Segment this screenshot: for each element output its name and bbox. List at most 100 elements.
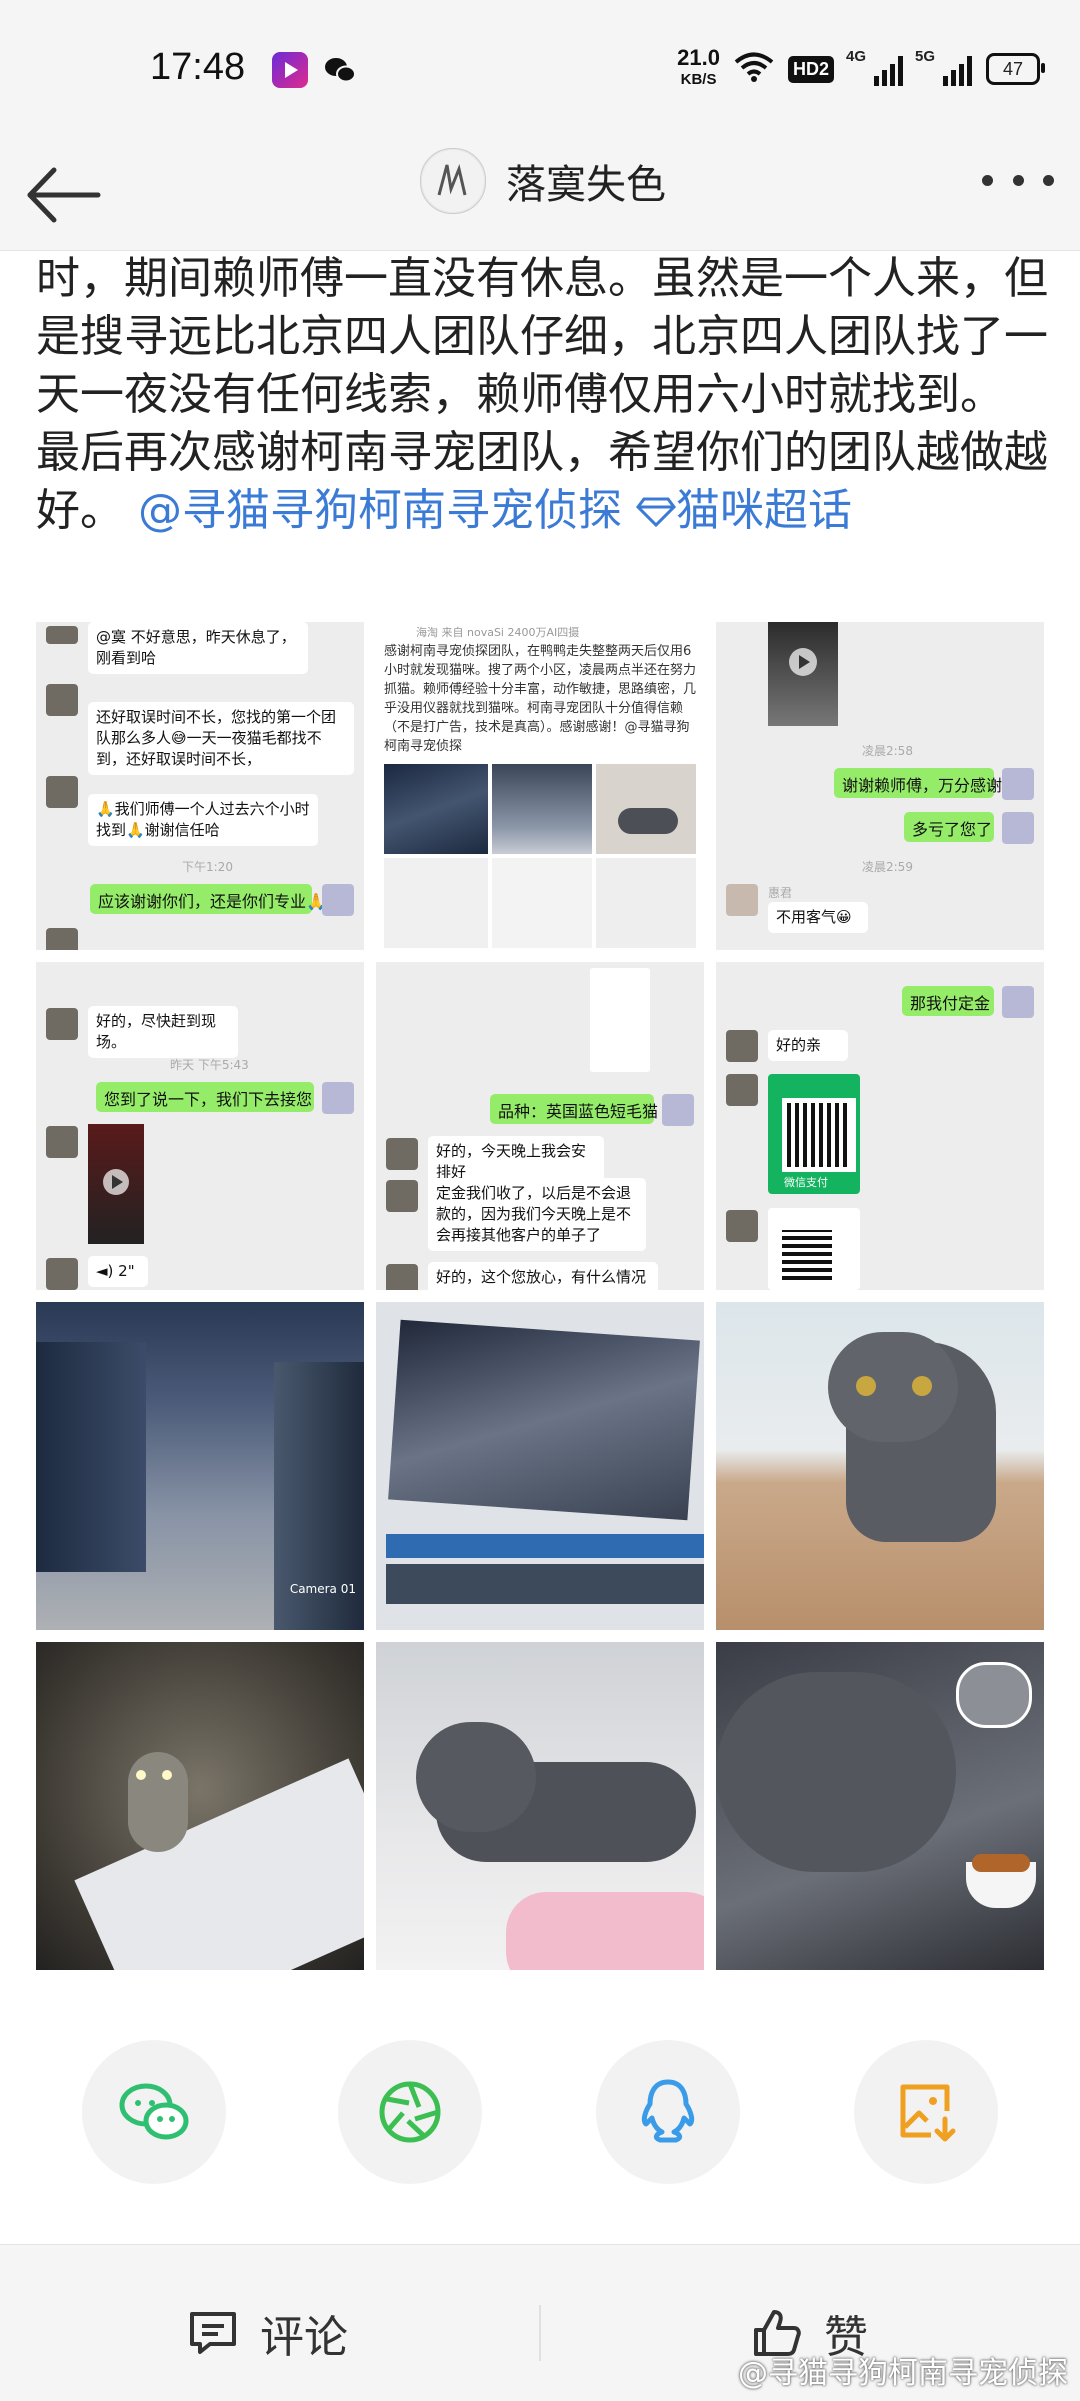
signal-4g-label: 4G xyxy=(846,48,867,65)
chat-avatar xyxy=(46,776,78,808)
image-post-card[interactable]: 海淘 来自 novaSi 2400万AI四摄 感谢柯南寻宠侦探团队，在鸭鸭走失整… xyxy=(376,622,704,950)
photo-cat-stickers[interactable] xyxy=(716,1642,1044,1970)
play-icon xyxy=(103,1169,129,1195)
screenshot-thumb xyxy=(384,858,488,948)
chat-bubble: 🙏我们师傅一个人过去六个小时找到🙏谢谢信任哈 xyxy=(88,794,318,846)
cat-eye xyxy=(162,1770,172,1780)
save-image-icon xyxy=(900,2084,956,2142)
save-image-button[interactable] xyxy=(854,2040,998,2184)
image-grid: @寞 不好意思，昨天休息了，刚看到哈 还好取误时间不长，您找的第一个团队那么多人… xyxy=(36,622,1044,1974)
cctv-thumb xyxy=(384,764,488,854)
chat-avatar xyxy=(386,1264,418,1290)
qr-code xyxy=(782,1098,856,1172)
dot xyxy=(982,174,993,186)
chat-time: 凌晨2:59 xyxy=(862,860,913,874)
chat-avatar xyxy=(46,1126,78,1158)
pink-blanket xyxy=(506,1892,704,1970)
signal-5g-label: 5G xyxy=(915,48,936,65)
more-options-button[interactable] xyxy=(982,170,1054,190)
chat-avatar xyxy=(46,928,78,950)
voice-duration: 2" xyxy=(118,1262,135,1280)
screenshot-thumb xyxy=(590,968,650,1072)
arrow-left-icon xyxy=(27,167,101,223)
share-wechat-button[interactable] xyxy=(82,2040,226,2184)
back-button[interactable] xyxy=(24,162,104,228)
photo-cat-floor[interactable] xyxy=(376,1642,704,1970)
status-time: 17:48 xyxy=(150,46,246,88)
user-avatar[interactable] xyxy=(420,148,486,214)
divider xyxy=(539,2305,541,2361)
qr-code xyxy=(782,1230,832,1280)
alley-thumb xyxy=(492,764,592,854)
share-row xyxy=(0,2040,1080,2190)
diamond-icon xyxy=(636,497,676,528)
chat-name: 惠君 xyxy=(768,886,793,900)
monitor-screen xyxy=(388,1319,700,1521)
chat-bubble-green: 那我付定金 xyxy=(902,986,994,1016)
cat-head xyxy=(416,1722,536,1832)
camera-label: Camera 01 xyxy=(289,1582,356,1596)
image-chat-4[interactable]: 好的，尽快赶到现场。 昨天 下午5:43 您到了说一下，我们下去接您 ◄) 2" xyxy=(36,962,364,1290)
battery-icon: 47 xyxy=(986,53,1045,85)
chat-bubble: @寞 不好意思，昨天休息了，刚看到哈 xyxy=(88,622,308,674)
chat-bubble-green: 品种：英国蓝色短毛猫 xyxy=(490,1094,658,1124)
wall xyxy=(36,1342,146,1572)
photo-cat-table[interactable] xyxy=(716,1302,1044,1630)
video-thumb xyxy=(768,622,838,726)
mention-link[interactable]: @寻猫寻狗柯南寻宠侦探 xyxy=(138,485,622,536)
share-qq-button[interactable] xyxy=(596,2040,740,2184)
chat-avatar xyxy=(1002,986,1034,1018)
cat-silhouette xyxy=(128,1752,188,1852)
timeline-bar xyxy=(386,1534,704,1558)
chat-time: 下午1:20 xyxy=(182,860,233,874)
chat-bubble: 定金我们收了，以后是不会退款的，因为我们今天晚上是不会再接其他客户的单子了 xyxy=(428,1178,646,1251)
nav-title[interactable]: 落寞失色 xyxy=(506,152,666,210)
toolbar xyxy=(386,1564,704,1604)
chat-avatar xyxy=(46,684,78,716)
cat-body xyxy=(716,1672,956,1872)
image-chat-3[interactable]: 凌晨2:58 谢谢赖师傅，万分感谢 多亏了您了 凌晨2:59 惠君 不用客气😀 xyxy=(716,622,1044,950)
watermark: @寻猫寻狗柯南寻宠侦探 xyxy=(738,2356,1068,2391)
net-speed-unit: KB/S xyxy=(680,71,717,88)
video-thumb xyxy=(88,1124,144,1244)
image-chat-6[interactable]: 那我付定金 好的亲 微信支付 xyxy=(716,962,1044,1290)
photo-night-alley[interactable]: Camera 01 xyxy=(36,1302,364,1630)
food-bowl-sticker xyxy=(966,1854,1036,1908)
moments-icon xyxy=(379,2081,441,2143)
chat-avatar xyxy=(726,1210,758,1242)
dot xyxy=(1012,174,1024,186)
payment-qr-card xyxy=(768,1208,860,1290)
cat-thumb xyxy=(596,764,696,854)
post-text: 时，期间赖师傅一直没有休息。虽然是一个人来，但是搜寻远比北京四人团队仔细，北京四… xyxy=(36,250,1048,540)
chat-avatar xyxy=(662,1094,694,1126)
share-moments-button[interactable] xyxy=(338,2040,482,2184)
signal-4g-icon: 4G xyxy=(846,48,903,86)
net-speed: 21.0 KB/S xyxy=(677,47,720,91)
image-chat-5[interactable]: 品种：英国蓝色短毛猫 好的，今天晚上我会安排好 定金我们收了，以后是不会退款的，… xyxy=(376,962,704,1290)
photo-cat-night[interactable] xyxy=(36,1642,364,1970)
cat-head xyxy=(828,1332,958,1442)
image-chat-1[interactable]: @寞 不好意思，昨天休息了，刚看到哈 还好取误时间不长，您找的第一个团队那么多人… xyxy=(36,622,364,950)
screenshot-thumb xyxy=(596,858,696,948)
chat-bubble-green: 多亏了您了 xyxy=(904,812,994,842)
topic-link[interactable]: 猫咪超话 xyxy=(636,485,852,536)
pay-label: 微信支付 xyxy=(784,1176,828,1189)
chat-avatar xyxy=(46,1008,78,1040)
chat-avatar xyxy=(1002,812,1034,844)
wechat-icon xyxy=(119,2083,189,2140)
chat-avatar xyxy=(726,1030,758,1062)
chat-bubble: 好的，尽快赶到现场。 xyxy=(88,1006,238,1058)
comment-button[interactable]: 评论 xyxy=(188,2301,348,2365)
chat-avatar xyxy=(386,1138,418,1170)
cat-eye xyxy=(136,1770,146,1780)
chat-bubble-green: 您到了说一下，我们下去接您 xyxy=(96,1082,314,1112)
wechat-notification-icon xyxy=(322,52,358,88)
chat-bubble-green: 谢谢赖师傅，万分感谢 xyxy=(834,768,1002,798)
kitten-sticker xyxy=(956,1662,1032,1728)
post-card-text: 感谢柯南寻宠侦探团队，在鸭鸭走失整整两天后仅用6小时就发现猫咪。搜了两个小区，凌… xyxy=(384,644,697,754)
chat-avatar xyxy=(322,884,354,916)
screenshot-thumb xyxy=(492,858,592,948)
chat-bubble: 好的，这个您放心，有什么情况随 xyxy=(428,1262,658,1290)
photo-cctv-monitor[interactable] xyxy=(376,1302,704,1630)
chat-bubble: 不用客气😀 xyxy=(768,902,868,933)
